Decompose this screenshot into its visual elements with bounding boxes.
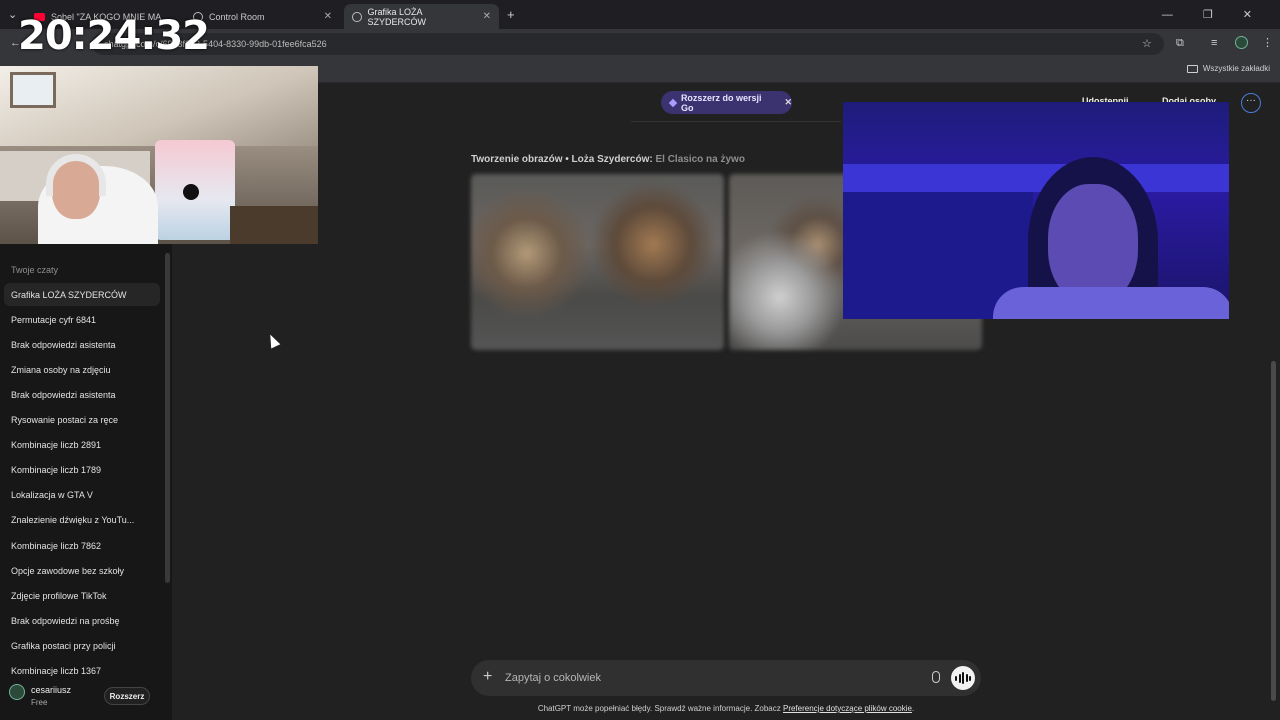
chat-item[interactable]: Zmiana osoby na zdjęciu — [4, 358, 160, 381]
chat-item[interactable]: Znalezienie dźwięku z YouTu... — [4, 508, 160, 531]
upgrade-button[interactable]: Rozszerz — [104, 687, 150, 705]
chat-item[interactable]: Rysowanie postaci za ręce — [4, 408, 160, 431]
chat-item[interactable]: Grafika postaci przy policji — [4, 634, 160, 657]
chat-item[interactable]: Permutacje cyfr 6841 — [4, 308, 160, 331]
close-window-icon[interactable]: ✕ — [1243, 8, 1252, 21]
images-subtitle: El Clasico na żywo — [655, 154, 745, 165]
chat-item[interactable]: Brak odpowiedzi na prośbę — [4, 609, 160, 632]
stream-clock: 20:24:32 — [18, 13, 210, 59]
sidebar-scrollbar[interactable] — [165, 253, 170, 583]
disclaimer: ChatGPT może popełniać błędy. Sprawdź wa… — [471, 704, 981, 713]
cookie-preferences-link[interactable]: Preferencje dotyczące plików cookie — [783, 704, 912, 713]
chat-item[interactable]: Lokalizacja w GTA V — [4, 483, 160, 506]
divider — [631, 121, 841, 122]
user-name: cesariiusz — [31, 685, 72, 695]
browser-menu-icon[interactable]: ⋮ — [1262, 36, 1273, 49]
close-tab-icon[interactable]: ✕ — [483, 11, 491, 22]
voice-mode-button[interactable] — [951, 666, 975, 690]
upgrade-go-label: Rozszerz do wersji Go — [680, 92, 762, 113]
all-bookmarks-button[interactable]: Wszystkie zakładki — [1186, 64, 1270, 73]
webcam-overlay-guest — [843, 102, 1229, 319]
restore-icon[interactable]: ❐ — [1203, 8, 1213, 21]
chat-item[interactable]: Zdjęcie profilowe TikTok — [4, 584, 160, 607]
tab-search-icon[interactable]: ⌄ — [8, 8, 17, 21]
tab-title: Grafika LOŻA SZYDERCÓW — [367, 6, 427, 27]
images-title: Tworzenie obrazów • Loża Szyderców: — [471, 154, 653, 165]
more-options-icon[interactable]: ··· — [1241, 93, 1261, 113]
avatar — [9, 684, 25, 700]
user-plan: Free — [31, 698, 48, 707]
tab-grafika[interactable]: Grafika LOŻA SZYDERCÓW ✕ — [344, 4, 499, 29]
upgrade-go-pill[interactable]: Rozszerz do wersji Go ✕ — [661, 91, 792, 114]
close-icon[interactable]: ✕ — [784, 97, 792, 108]
plus-icon[interactable]: + — [483, 668, 492, 686]
tab-title: Control Room — [209, 11, 265, 22]
microphone-icon[interactable] — [932, 671, 940, 683]
url-field[interactable]: chatgpt.com/c/6963f223-5404-8330-99db-01… — [92, 33, 1164, 55]
prompt-input[interactable] — [505, 669, 905, 687]
disclaimer-text: ChatGPT może popełniać błędy. Sprawdź wa… — [537, 704, 781, 713]
chat-item[interactable]: Grafika LOŻA SZYDERCÓW — [4, 283, 160, 306]
images-heading: Tworzenie obrazów • Loża Szyderców: El C… — [471, 154, 745, 165]
media-icon[interactable]: ≡ — [1211, 37, 1217, 49]
user-menu[interactable]: cesariiusz Free Rozszerz — [0, 675, 172, 720]
main-scrollbar[interactable] — [1271, 361, 1276, 701]
chatgpt-icon — [352, 11, 362, 22]
new-tab-button[interactable]: + — [507, 7, 515, 22]
chat-item[interactable]: Kombinacje liczb 1789 — [4, 458, 160, 481]
chat-item[interactable]: Brak odpowiedzi asistenta — [4, 333, 160, 356]
chat-item[interactable]: Opcje zawodowe bez szkoły — [4, 559, 160, 582]
window-controls: — ❐ ✕ — [1162, 0, 1280, 29]
chat-item[interactable]: Kombinacje liczb 2891 — [4, 433, 160, 456]
chat-item[interactable]: Brak odpowiedzi asistenta — [4, 383, 160, 406]
disclaimer-end: . — [911, 704, 915, 713]
profile-icon[interactable] — [1235, 36, 1248, 49]
generated-image[interactable] — [471, 174, 724, 350]
bookmark-star-icon[interactable]: ☆ — [1142, 37, 1152, 50]
chat-item[interactable]: Kombinacje liczb 7862 — [4, 534, 160, 557]
close-tab-icon[interactable]: ✕ — [324, 11, 332, 22]
extensions-icon[interactable]: ⧉ — [1176, 37, 1184, 50]
composer: + — [471, 660, 981, 696]
chats-heading: Twoje czaty — [11, 265, 59, 275]
sparkle-icon — [668, 98, 678, 107]
all-bookmarks-label: Wszystkie zakładki — [1202, 64, 1270, 73]
minimize-icon[interactable]: — — [1162, 9, 1173, 21]
webcam-overlay-streamer — [0, 66, 318, 244]
folder-icon — [1186, 64, 1198, 73]
